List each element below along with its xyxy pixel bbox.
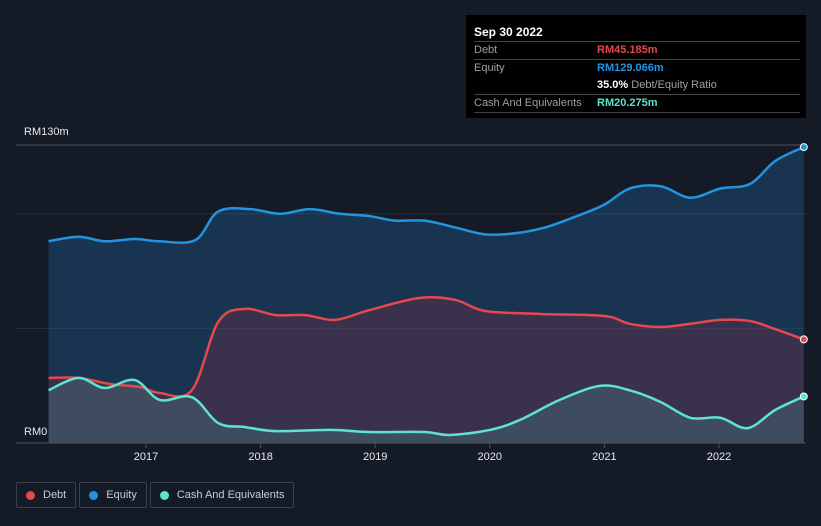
x-tick-label: 2021 bbox=[592, 451, 616, 463]
legend-debt[interactable]: Debt bbox=[16, 482, 77, 508]
tooltip-debt-row: Debt RM45.185m bbox=[474, 41, 800, 59]
tooltip-debt-label: Debt bbox=[474, 44, 498, 56]
cash-end-point[interactable] bbox=[799, 392, 808, 401]
y-label-bottom: RM0 bbox=[24, 426, 47, 438]
equity-end-point[interactable] bbox=[799, 143, 808, 152]
x-tick-label: 2017 bbox=[134, 451, 158, 463]
legend-equity[interactable]: Equity bbox=[79, 482, 147, 508]
x-tick-label: 2020 bbox=[478, 451, 502, 463]
tooltip-cash-row: Cash And Equivalents RM20.275m bbox=[474, 94, 800, 113]
tooltip-ratio-row: 35.0% Debt/Equity Ratio bbox=[474, 77, 800, 94]
tooltip-debt-value: RM45.185m bbox=[597, 44, 658, 56]
legend-debt-label: Debt bbox=[43, 489, 67, 501]
tooltip-equity-label: Equity bbox=[474, 62, 505, 74]
x-tick-label: 2019 bbox=[363, 451, 387, 463]
debt-dot-icon bbox=[26, 490, 35, 500]
tooltip-ratio-value: 35.0% bbox=[597, 79, 629, 91]
legend-cash[interactable]: Cash And Equivalents bbox=[149, 482, 295, 508]
cash-dot-icon bbox=[159, 490, 169, 500]
debt-end-point[interactable] bbox=[799, 335, 808, 344]
tooltip-equity-row: Equity RM129.066m bbox=[474, 59, 800, 77]
x-tick-label: 2018 bbox=[248, 451, 272, 463]
x-tick-label: 2022 bbox=[707, 451, 731, 463]
tooltip-equity-value: RM129.066m bbox=[597, 62, 664, 74]
tooltip-cash-label: Cash And Equivalents bbox=[474, 97, 582, 109]
legend-equity-label: Equity bbox=[106, 489, 137, 501]
equity-dot-icon bbox=[89, 490, 99, 500]
legend: Debt Equity Cash And Equivalents bbox=[16, 482, 295, 508]
tooltip-cash-value: RM20.275m bbox=[597, 97, 658, 109]
y-label-top: RM130m bbox=[24, 126, 69, 138]
tooltip: Sep 30 2022 Debt RM45.185m Equity RM129.… bbox=[466, 15, 806, 118]
legend-cash-label: Cash And Equivalents bbox=[176, 489, 285, 501]
tooltip-date: Sep 30 2022 bbox=[474, 25, 543, 39]
tooltip-ratio-label: Debt/Equity Ratio bbox=[631, 79, 717, 91]
